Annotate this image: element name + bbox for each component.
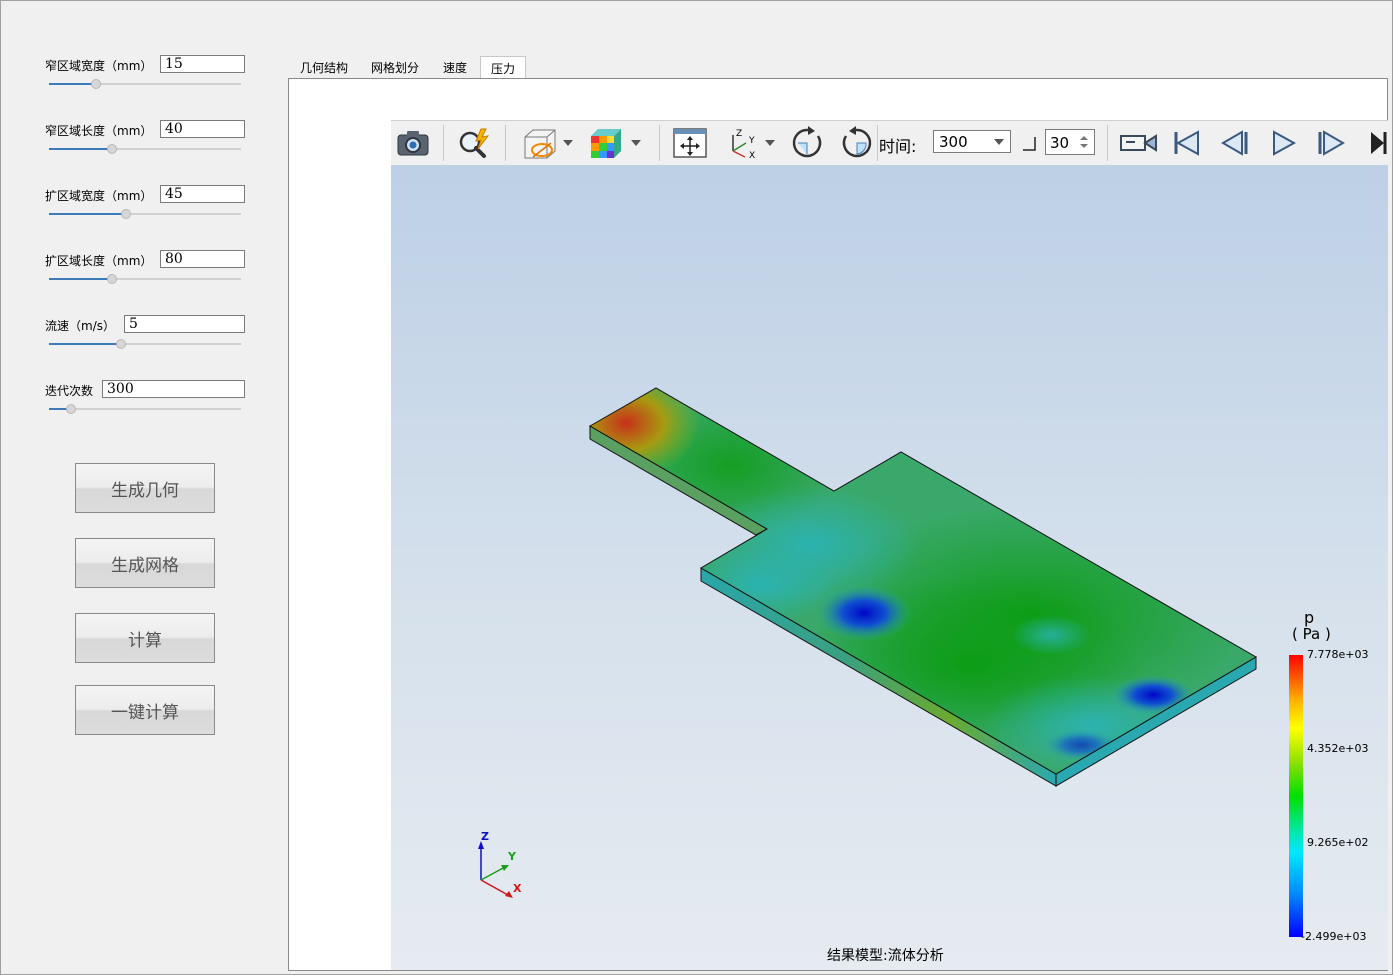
view-axes-button[interactable]: ZYX <box>719 127 779 159</box>
next-frame-button[interactable] <box>1313 127 1349 159</box>
colorbar-mid-high: 4.352e+03 <box>1307 742 1369 755</box>
tab-geometry[interactable]: 几何结构 <box>290 56 358 78</box>
colorbar-min: -2.499e+03 <box>1301 930 1367 943</box>
param-narrow-width-label: 窄区域宽度（mm） <box>45 59 153 73</box>
skip-to-start-icon <box>1174 130 1199 156</box>
axis-x-label: X <box>513 882 522 895</box>
axes-triad: Z Y X <box>478 830 522 898</box>
rotate-ccw-button[interactable] <box>835 126 877 159</box>
wireframe-cube-icon <box>524 129 573 159</box>
one-click-compute-button[interactable]: 一键计算 <box>75 685 215 735</box>
generate-geometry-button[interactable]: 生成几何 <box>75 463 215 513</box>
time-select-value: 300 <box>939 133 968 151</box>
video-camera-icon <box>1120 134 1157 152</box>
rotate-cw-button[interactable] <box>787 126 829 159</box>
tab-pressure[interactable]: 压力 <box>480 56 527 79</box>
param-narrow-length-label: 窄区域长度（mm） <box>45 124 153 138</box>
pressure-contour-model <box>589 387 1257 787</box>
svg-text:Z: Z <box>736 129 742 139</box>
tab-mesh[interactable]: 网格划分 <box>361 56 429 78</box>
rotate-clockwise-icon <box>792 126 822 158</box>
colorbar-max: 7.778e+03 <box>1307 648 1369 661</box>
iterations-slider[interactable] <box>49 404 241 414</box>
fit-all-button[interactable] <box>669 127 711 159</box>
render-mode-button[interactable] <box>585 127 645 159</box>
svg-text:X: X <box>749 151 755 159</box>
last-frame-button[interactable] <box>1367 127 1387 159</box>
compute-button[interactable]: 计算 <box>75 613 215 663</box>
record-button[interactable] <box>1117 127 1161 159</box>
colorbar <box>1289 655 1303 937</box>
axis-z-label: Z <box>481 830 489 843</box>
zoom-fit-button[interactable] <box>455 127 495 159</box>
param-flow-speed-label: 流速（m/s） <box>45 319 115 333</box>
param-wide-length-label: 扩区域长度（mm） <box>45 254 153 268</box>
previous-frame-button[interactable] <box>1217 127 1253 159</box>
tab-velocity[interactable]: 速度 <box>433 56 477 78</box>
time-select[interactable]: 300 <box>933 130 1011 153</box>
axes-triad-icon: ZYX <box>732 129 775 159</box>
generate-mesh-button[interactable]: 生成网格 <box>75 538 215 588</box>
first-frame-button[interactable] <box>1169 127 1205 159</box>
viewer-toolbar: ZYX 时间: 300 30 <box>391 120 1388 166</box>
narrow-width-input[interactable] <box>160 55 245 73</box>
3d-viewport[interactable]: Z Y X p ( Pa ) 7.778e+03 4.352e+03 9.265… <box>391 165 1388 970</box>
screenshot-button[interactable] <box>393 127 433 159</box>
skip-to-end-icon <box>1371 132 1387 154</box>
iterations-input[interactable] <box>102 380 245 398</box>
step-spinbox[interactable]: 30 <box>1045 129 1095 155</box>
colored-cube-icon <box>591 129 641 158</box>
time-label: 时间: <box>879 137 917 156</box>
result-caption: 结果模型:流体分析 <box>827 948 944 964</box>
play-button[interactable] <box>1265 127 1301 159</box>
wide-length-slider[interactable] <box>49 274 241 284</box>
camera-icon <box>397 131 429 156</box>
narrow-width-slider[interactable] <box>49 79 241 89</box>
param-wide-width-label: 扩区域宽度（mm） <box>45 189 153 203</box>
axis-y-label: Y <box>507 850 517 863</box>
display-style-button[interactable] <box>517 127 577 159</box>
spin-arrows-icon[interactable] <box>1080 135 1088 149</box>
narrow-length-input[interactable] <box>160 120 245 138</box>
svg-text:Y: Y <box>748 136 755 146</box>
colorbar-unit: ( Pa ) <box>1292 625 1331 643</box>
step-spinbox-value: 30 <box>1050 134 1070 152</box>
magnifier-lightning-icon <box>459 128 490 158</box>
flow-speed-input[interactable] <box>124 315 245 333</box>
step-back-icon <box>1221 130 1248 156</box>
step-corner-icon <box>1023 137 1036 151</box>
colorbar-mid-low: 9.265e+02 <box>1307 836 1369 849</box>
rotate-counterclockwise-icon <box>842 126 872 158</box>
flow-speed-slider[interactable] <box>49 339 241 349</box>
narrow-length-slider[interactable] <box>49 144 241 154</box>
step-forward-icon <box>1318 130 1345 156</box>
param-iterations-label: 迭代次数 <box>45 384 94 398</box>
wide-width-slider[interactable] <box>49 209 241 219</box>
wide-length-input[interactable] <box>160 250 245 268</box>
play-icon <box>1273 130 1297 156</box>
chevron-down-icon <box>994 139 1004 145</box>
wide-width-input[interactable] <box>160 185 245 203</box>
move-arrows-icon <box>673 128 707 158</box>
